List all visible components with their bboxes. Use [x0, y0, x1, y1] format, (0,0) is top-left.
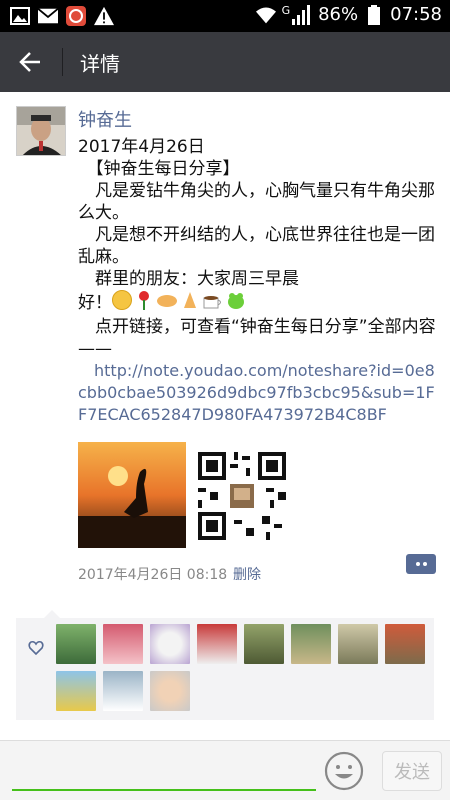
liker-avatar[interactable] [197, 624, 237, 664]
liker-avatar[interactable] [338, 624, 378, 664]
pray-emoji [180, 290, 200, 316]
back-arrow-icon[interactable] [14, 47, 46, 77]
heart-icon [28, 640, 44, 656]
post-line: 【钟奋生每日分享】 [78, 159, 240, 179]
frog-emoji [226, 290, 246, 316]
post-line: 点开链接，可查看“钟奋生每日分享”全部内容—— [78, 317, 436, 359]
send-button[interactable]: 发送 [382, 751, 442, 791]
liker-avatars [56, 624, 432, 711]
avatar[interactable] [16, 106, 66, 156]
title-bar: 详情 [0, 32, 450, 92]
post-line: 群里的朋友：大家周三早晨 好！ [78, 268, 438, 316]
gallery-icon [10, 6, 30, 26]
smile-emoji [112, 290, 132, 310]
dot-icon [422, 562, 427, 566]
greeting-text: 群里的朋友：大家周三早晨 [78, 269, 299, 289]
sunset-crane-image[interactable] [78, 442, 186, 548]
moment-detail: 钟奋生 2017年4月26日 【钟奋生每日分享】 凡是爱钻牛角尖的人，心胸气量只… [0, 92, 450, 740]
clock: 07:58 [390, 4, 442, 25]
liker-avatar[interactable] [103, 671, 143, 711]
liker-avatar[interactable] [244, 624, 284, 664]
post-line: 凡是想不开纠结的人，心底世界往往也是一团乱麻。 [78, 225, 435, 267]
qr-code-image[interactable] [194, 448, 290, 544]
emoji-icon[interactable] [324, 751, 364, 791]
emoji-row [112, 290, 246, 316]
comment-button[interactable] [406, 554, 436, 574]
warning-icon [94, 6, 114, 26]
greeting-suffix: 好！ [78, 293, 112, 313]
page-title: 详情 [80, 52, 120, 76]
dot-icon [415, 562, 420, 566]
note-link[interactable]: http://note.youdao.com/noteshare?id=0e8c… [78, 360, 438, 426]
post-line: 凡是爱钻牛角尖的人，心胸气量只有牛角尖那么大。 [78, 181, 435, 223]
battery-percent: 86% [318, 4, 359, 25]
network-label: G [281, 4, 291, 17]
liker-avatar[interactable] [150, 671, 190, 711]
comment-input-bar: 发送 [0, 740, 450, 800]
liker-avatar[interactable] [103, 624, 143, 664]
coffee-emoji [202, 290, 224, 316]
signal-icon [292, 4, 312, 25]
likes-arrow [44, 610, 60, 618]
liker-avatar[interactable] [150, 624, 190, 664]
status-bar: G 86% 07:58 [0, 0, 450, 32]
liker-avatar[interactable] [291, 624, 331, 664]
delete-link[interactable]: 删除 [233, 564, 261, 584]
wifi-icon [255, 5, 276, 25]
liker-avatar[interactable] [385, 624, 425, 664]
post-timestamp: 2017年4月26日 08:18 [78, 567, 228, 583]
liker-avatar[interactable] [56, 671, 96, 711]
title-divider [62, 48, 63, 76]
post-line: 2017年4月26日 [78, 137, 205, 157]
comment-input[interactable] [12, 789, 316, 791]
author-name[interactable]: 钟奋生 [78, 106, 132, 132]
mail-icon [38, 6, 58, 26]
likes-panel [16, 610, 434, 720]
battery-icon [364, 4, 384, 25]
rose-emoji [134, 290, 154, 316]
app-badge-icon [66, 6, 86, 26]
post-text: 2017年4月26日 【钟奋生每日分享】 凡是爱钻牛角尖的人，心胸气量只有牛角尖… [78, 136, 438, 426]
liker-avatar[interactable] [56, 624, 96, 664]
handshake-emoji [156, 290, 178, 316]
